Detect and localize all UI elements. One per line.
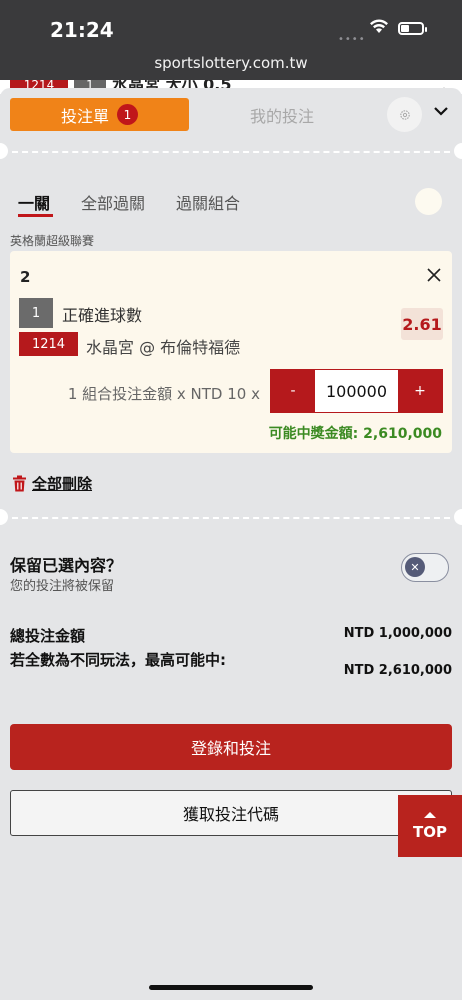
chevron-down-icon[interactable] bbox=[432, 104, 450, 118]
potential-win: 可能中獎金額: 2,610,000 bbox=[268, 426, 442, 442]
divider-notch-right bbox=[454, 509, 462, 525]
divider-notch-right bbox=[454, 143, 462, 159]
address-bar[interactable]: sportslottery.com.tw bbox=[0, 54, 462, 72]
settings-button[interactable] bbox=[387, 97, 422, 132]
divider bbox=[12, 517, 450, 519]
odds-value: 2.61 bbox=[401, 308, 443, 340]
decrease-stake-button[interactable]: - bbox=[271, 370, 315, 412]
get-bet-code-button[interactable]: 獲取投注代碼 bbox=[10, 790, 452, 836]
match-name: 水晶宮 @ 布倫特福德 bbox=[86, 338, 241, 357]
event-id-badge: 1214 bbox=[19, 332, 78, 356]
divider-notch-left bbox=[0, 509, 8, 525]
stake-label: 1 組合投注金額 x NTD 10 x bbox=[67, 385, 260, 403]
arrow-up-icon bbox=[424, 811, 436, 818]
bet-count-badge: 1 bbox=[117, 104, 138, 125]
max-win-value: NTD 2,610,000 bbox=[343, 663, 452, 678]
scroll-to-top-label: TOP bbox=[413, 822, 447, 841]
increase-stake-button[interactable]: + bbox=[398, 370, 442, 412]
toggle-off-icon: ✕ bbox=[405, 557, 425, 577]
delete-all-label: 全部刪除 bbox=[32, 475, 93, 493]
total-stake-value: NTD 1,000,000 bbox=[343, 626, 452, 641]
clock: 21:24 bbox=[50, 18, 114, 42]
divider bbox=[12, 151, 450, 153]
battery-icon bbox=[398, 22, 427, 35]
subtab-parlay-combo[interactable]: 過關組合 bbox=[176, 190, 240, 214]
gear-icon bbox=[399, 109, 410, 120]
login-and-bet-button[interactable]: 登錄和投注 bbox=[10, 724, 452, 770]
close-icon[interactable] bbox=[426, 267, 442, 283]
stake-input[interactable]: 100000 bbox=[315, 370, 398, 412]
league-name: 英格蘭超級聯賽 bbox=[10, 234, 95, 248]
selection-number: 2 bbox=[20, 268, 31, 286]
retain-selections-title: 保留已選內容？ bbox=[10, 556, 123, 575]
divider-notch-left bbox=[0, 143, 8, 159]
max-win-label: 若全數為不同玩法，最高可能中: bbox=[10, 651, 227, 669]
scroll-to-top-button[interactable]: TOP bbox=[398, 795, 462, 857]
trash-icon bbox=[13, 475, 26, 492]
stake-stepper: - 100000 + bbox=[270, 369, 443, 413]
bet-slip-sheet: 投注單 1 我的投注 一關 全部過關 過關組合 英格蘭超級聯賽 2 1 正確進球… bbox=[0, 88, 462, 1000]
tab-bet-slip[interactable]: 投注單 1 bbox=[10, 98, 189, 131]
home-indicator[interactable] bbox=[149, 985, 313, 990]
retain-selections-subtitle: 您的投注將被保留 bbox=[10, 579, 115, 594]
bet-number-badge: 1 bbox=[19, 298, 53, 328]
market-name: 正確進球數 bbox=[62, 306, 143, 325]
browser-chrome: 21:24 •••• sportslottery.com.tw bbox=[0, 0, 462, 80]
selection-card: 2 1 正確進球數 1214 水晶宮 @ 布倫特福德 2.61 1 組合投注金額… bbox=[10, 251, 452, 453]
wifi-icon bbox=[370, 19, 388, 33]
option-toggle-button[interactable] bbox=[415, 188, 442, 215]
tab-my-bets[interactable]: 我的投注 bbox=[197, 98, 367, 131]
subtab-all-parlay[interactable]: 全部過關 bbox=[81, 190, 145, 214]
subtab-active-indicator bbox=[18, 214, 53, 217]
signal-icon: •••• bbox=[338, 34, 366, 45]
tab-bet-slip-label: 投注單 bbox=[60, 106, 109, 126]
total-stake-label: 總投注金額 bbox=[10, 627, 86, 645]
delete-all-button[interactable]: 全部刪除 bbox=[12, 473, 92, 494]
retain-selections-toggle[interactable]: ✕ bbox=[401, 553, 449, 582]
subtab-single[interactable]: 一關 bbox=[18, 190, 50, 214]
